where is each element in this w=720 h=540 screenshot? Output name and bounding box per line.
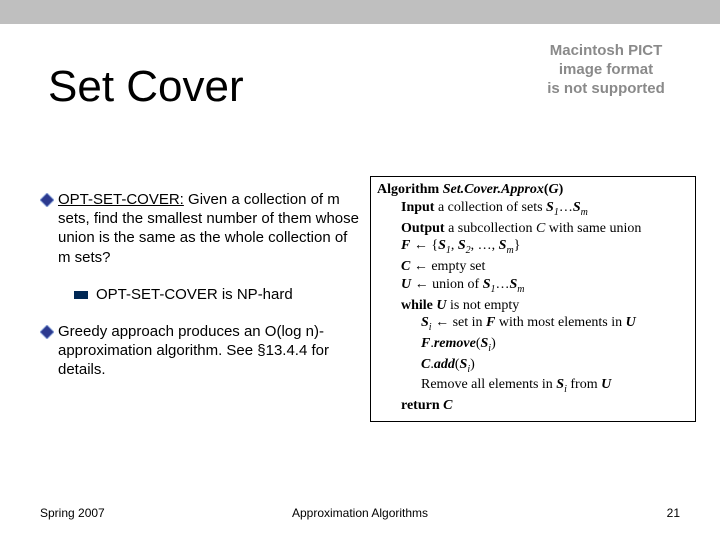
pict-placeholder: Macintosh PICT image format is not suppo… <box>516 42 696 98</box>
diamond-bullet-icon <box>40 325 58 380</box>
footer-title: Approximation Algorithms <box>0 506 720 520</box>
bullet-2-text: Greedy approach produces an O(log n)-app… <box>58 322 360 380</box>
bullet-1-lead: OPT-SET-COVER: <box>58 191 184 208</box>
algo-line-3: F ← {S1, S2, …, Sm} <box>401 237 689 258</box>
square-bullet-icon <box>74 291 88 299</box>
algo-line-5: U ← union of S1…Sm <box>401 276 689 297</box>
bullet-2: Greedy approach produces an O(log n)-app… <box>40 322 360 380</box>
bullet-1-text: OPT-SET-COVER: Given a collection of m s… <box>58 190 360 267</box>
algorithm-box: Algorithm Set.Cover.Approx(G) Input a co… <box>370 176 696 422</box>
left-column: OPT-SET-COVER: Given a collection of m s… <box>40 190 360 380</box>
pict-line-1: Macintosh PICT <box>516 42 696 61</box>
top-bar <box>0 0 720 24</box>
pict-line-3: is not supported <box>516 80 696 99</box>
bullet-1: OPT-SET-COVER: Given a collection of m s… <box>40 190 360 267</box>
slide-title: Set Cover <box>48 62 244 112</box>
pict-line-2: image format <box>516 61 696 80</box>
algo-line-7: Si ← set in F with most elements in U <box>421 314 689 335</box>
algo-line-9: C.add(Si) <box>421 356 689 377</box>
algo-line-4: C ← empty set <box>401 258 689 276</box>
page-number: 21 <box>667 506 680 520</box>
bullet-1-sub: OPT-SET-COVER is NP-hard <box>74 285 360 304</box>
algo-line-0: Algorithm Set.Cover.Approx(G) <box>377 181 689 199</box>
diamond-bullet-icon <box>40 193 58 267</box>
algo-line-6: while U is not empty <box>401 297 689 315</box>
algo-line-2: Output a subcollection C with same union <box>401 220 689 238</box>
algo-line-1: Input a collection of sets S1…Sm <box>401 199 689 220</box>
algo-line-11: return C <box>401 397 689 415</box>
algo-line-10: Remove all elements in Si from U <box>421 376 689 397</box>
slide: Set Cover Macintosh PICT image format is… <box>0 0 720 540</box>
algo-line-8: F.remove(Si) <box>421 335 689 356</box>
bullet-1-sub-text: OPT-SET-COVER is NP-hard <box>96 285 360 304</box>
